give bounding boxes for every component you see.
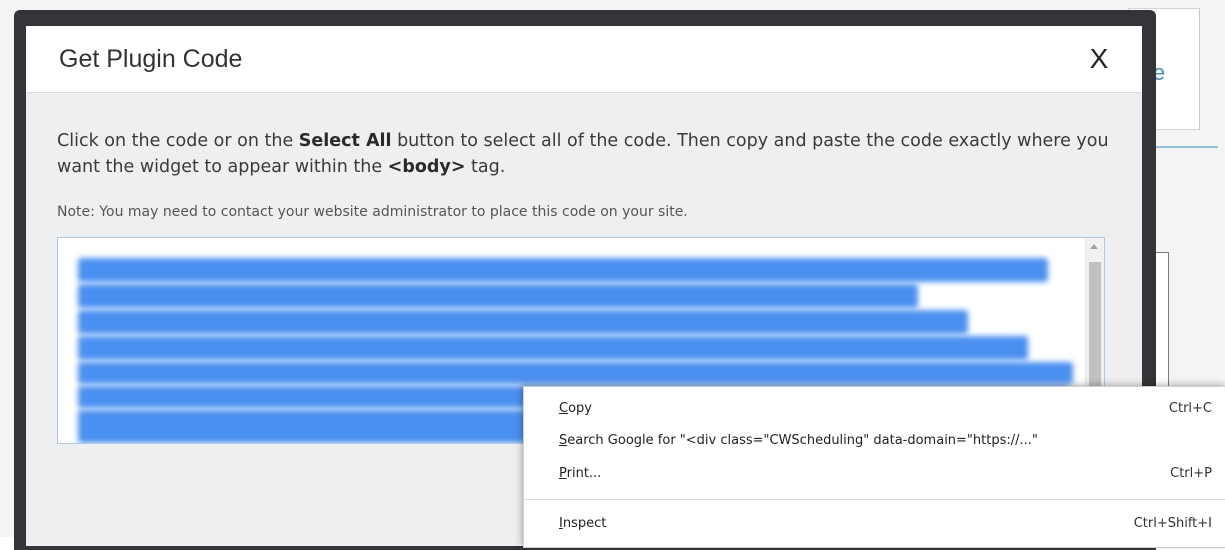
menu-item-label: Print... — [559, 466, 602, 481]
menu-separator — [524, 499, 1225, 500]
close-button[interactable]: X — [1082, 40, 1116, 78]
menu-item-print[interactable]: Print... Ctrl+P — [524, 460, 1225, 490]
selected-code-line — [78, 310, 968, 334]
selected-code-line — [78, 258, 1048, 282]
dialog-instructions: Click on the code or on the Select All b… — [57, 128, 1117, 180]
scroll-up-arrow-icon[interactable] — [1090, 244, 1098, 249]
instruction-body-tag: <body> — [387, 157, 466, 177]
selected-code-line — [78, 284, 918, 308]
dialog-header: Get Plugin Code X — [26, 26, 1142, 93]
instruction-text-1: Click on the code or on the — [57, 131, 299, 151]
menu-item-label: Inspect — [559, 516, 607, 531]
menu-item-label: Copy — [559, 401, 592, 416]
selected-code-line — [78, 362, 1073, 384]
dialog-note: Note: You may need to contact your websi… — [57, 204, 688, 220]
menu-item-shortcut: Ctrl+C — [1168, 401, 1212, 416]
selected-code-line — [78, 336, 1028, 360]
menu-item-shortcut: Ctrl+Shift+I — [1133, 516, 1212, 531]
menu-item-copy[interactable]: Copy Ctrl+C — [524, 395, 1225, 425]
menu-item-search-google[interactable]: Search Google for "<div class="CWSchedul… — [524, 427, 1225, 457]
instruction-select-all: Select All — [298, 131, 392, 151]
dialog-title: Get Plugin Code — [59, 45, 243, 73]
instruction-text-3: tag. — [465, 157, 506, 177]
context-menu: Copy Ctrl+C Search Google for "<div clas… — [523, 386, 1225, 548]
menu-item-inspect[interactable]: Inspect Ctrl+Shift+I — [524, 510, 1225, 540]
menu-item-label: Search Google for "<div class="CWSchedul… — [559, 433, 1038, 448]
menu-item-shortcut: Ctrl+P — [1170, 466, 1212, 481]
